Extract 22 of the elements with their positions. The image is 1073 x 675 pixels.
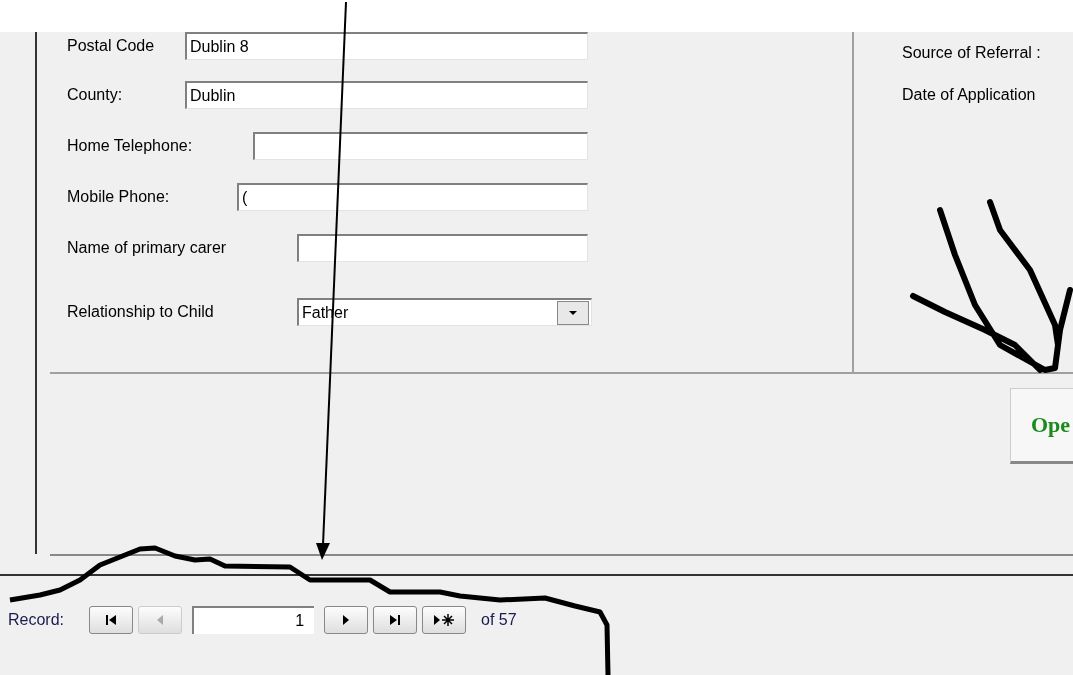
last-record-button[interactable] — [373, 606, 418, 634]
field-label: Mobile Phone: — [67, 188, 171, 206]
field-label: Home Telephone: — [67, 137, 194, 155]
field-label: Relationship to Child — [67, 303, 215, 321]
new-record-icon — [433, 613, 456, 627]
record-count: of 57 — [481, 611, 517, 629]
field-label: Date of Application — [902, 86, 1037, 104]
field-label: Postal Code — [67, 37, 156, 55]
record-number-field[interactable]: 1 — [192, 606, 315, 634]
input-field[interactable]: ( — [237, 183, 588, 211]
field-label: Source of Referral : — [902, 44, 1042, 62]
input-field[interactable]: Dublin — [185, 81, 588, 109]
first-record-button[interactable] — [89, 606, 134, 634]
input-field[interactable] — [253, 132, 588, 160]
open-button[interactable]: Ope — [1010, 388, 1073, 464]
record-label: Record: — [8, 611, 65, 629]
input-field[interactable] — [297, 234, 588, 262]
next-record-button[interactable] — [324, 606, 369, 634]
field-label: County: — [67, 86, 124, 104]
input-field[interactable]: Dublin 8 — [185, 32, 588, 60]
field-label: Name of primary carer — [67, 239, 228, 257]
new-record-button[interactable] — [422, 606, 467, 634]
